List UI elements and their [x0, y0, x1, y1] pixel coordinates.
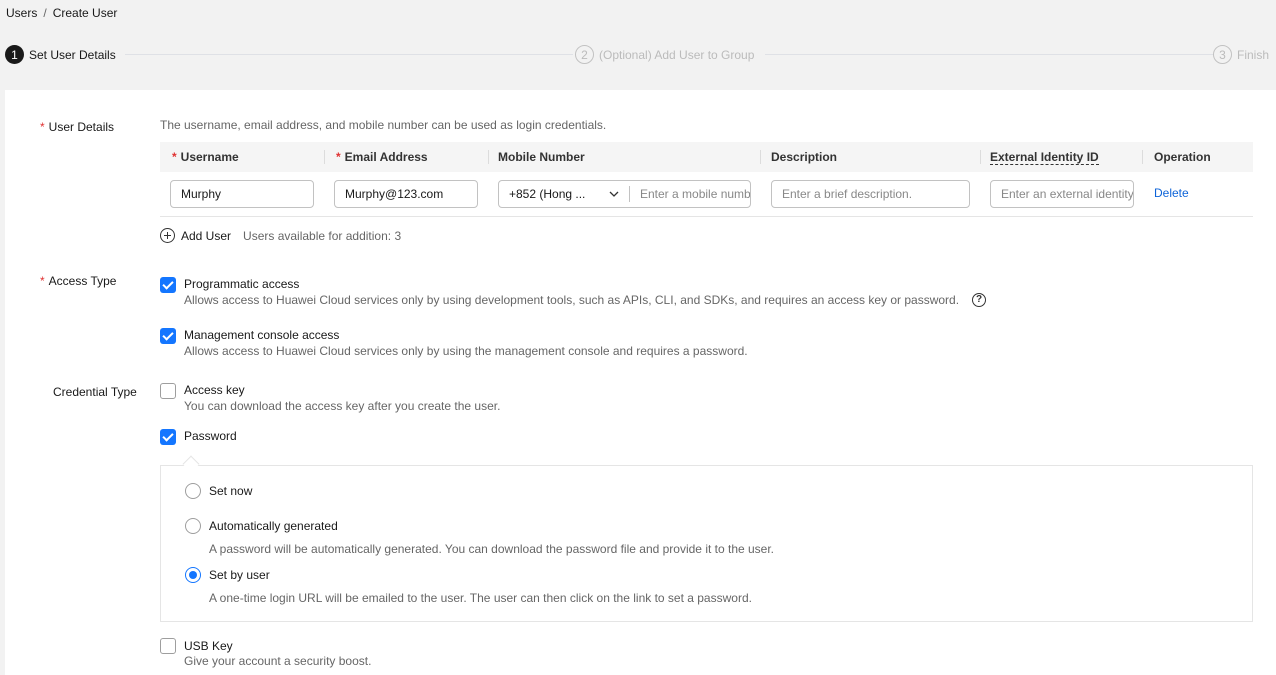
external-identity-input[interactable]: Enter an external identity ID.: [990, 180, 1134, 208]
mobile-number-field: +852 (Hong ... Enter a mobile number.: [498, 180, 751, 208]
column-username: * Username: [172, 150, 239, 164]
auto-generated-label: Automatically generated: [209, 519, 338, 533]
usb-key-desc: Give your account a security boost.: [184, 654, 372, 668]
column-divider: [488, 150, 489, 164]
password-title: Password: [184, 429, 237, 443]
user-details-label: * User Details: [40, 120, 115, 134]
stepper: 1 Set User Details 2 (Optional) Add User…: [5, 45, 1276, 65]
description-input[interactable]: Enter a brief description.: [771, 180, 970, 208]
column-divider: [324, 150, 325, 164]
breadcrumb: Users / Create User: [6, 6, 117, 20]
set-now-label: Set now: [209, 484, 253, 498]
add-circle-icon[interactable]: [160, 228, 175, 243]
country-code-select[interactable]: +852 (Hong ...: [499, 181, 629, 207]
step-label: (Optional) Add User to Group: [599, 47, 755, 62]
question-circle-icon[interactable]: ?: [972, 293, 986, 307]
set-by-user-label: Set by user: [209, 568, 270, 582]
column-email: * Email Address: [336, 150, 428, 164]
step-set-user-details: 1 Set User Details: [5, 45, 124, 64]
step-number: 3: [1213, 45, 1232, 64]
delete-link[interactable]: Delete: [1154, 186, 1189, 200]
column-divider: [1142, 150, 1143, 164]
username-input[interactable]: Murphy: [170, 180, 314, 208]
set-by-user-radio[interactable]: [185, 567, 201, 583]
auto-generated-radio[interactable]: [185, 518, 201, 534]
users-available-count: Users available for addition: 3: [243, 228, 402, 243]
step-add-to-group: 2 (Optional) Add User to Group: [575, 45, 763, 64]
mobile-number-input[interactable]: Enter a mobile number.: [630, 187, 750, 201]
step-label: Finish: [1237, 47, 1270, 62]
breadcrumb-separator: /: [43, 6, 47, 20]
step-connector: [125, 54, 573, 55]
console-access-desc: Allows access to Huawei Cloud services o…: [184, 344, 748, 358]
column-divider: [980, 150, 981, 164]
column-mobile: Mobile Number: [498, 150, 585, 164]
auto-generated-desc: A password will be automatically generat…: [209, 542, 775, 556]
column-divider: [760, 150, 761, 164]
email-input[interactable]: Murphy@123.com: [334, 180, 478, 208]
programmatic-access-title: Programmatic access: [184, 277, 300, 291]
programmatic-access-checkbox[interactable]: [160, 277, 176, 293]
usb-key-title: USB Key: [184, 639, 233, 653]
chevron-down-icon: [609, 191, 619, 197]
column-description: Description: [771, 150, 838, 164]
step-number: 1: [5, 45, 24, 64]
step-finish: 3 Finish: [1213, 45, 1276, 64]
access-type-label: * Access Type: [40, 274, 117, 288]
breadcrumb-users-link[interactable]: Users: [6, 6, 37, 20]
column-external-id: External Identity ID: [990, 150, 1099, 165]
set-now-radio[interactable]: [185, 483, 201, 499]
console-access-checkbox[interactable]: [160, 328, 176, 344]
user-table-header: * Username * Email Address Mobile Number D…: [160, 142, 1253, 172]
user-details-hint: The username, email address, and mobile …: [160, 118, 607, 132]
step-connector: [765, 54, 1213, 55]
access-key-checkbox[interactable]: [160, 383, 176, 399]
access-key-desc: You can download the access key after yo…: [184, 399, 501, 413]
add-user-row: Add User Users available for addition: 3: [160, 228, 401, 243]
country-code-value: +852 (Hong ...: [509, 187, 586, 201]
password-checkbox[interactable]: [160, 429, 176, 445]
table-row: Murphy Murphy@123.com +852 (Hong ... Ent…: [160, 172, 1253, 217]
breadcrumb-current: Create User: [52, 6, 118, 20]
form-card: * User Details The username, email addres…: [5, 90, 1276, 675]
column-operation: Operation: [1154, 150, 1211, 164]
programmatic-access-desc: Allows access to Huawei Cloud services o…: [184, 293, 960, 307]
credential-type-label: Credential Type: [53, 385, 137, 399]
step-label: Set User Details: [29, 47, 116, 62]
set-by-user-desc: A one-time login URL will be emailed to …: [209, 591, 752, 605]
add-user-button[interactable]: Add User: [181, 229, 231, 243]
access-key-title: Access key: [184, 383, 245, 397]
step-number: 2: [575, 45, 594, 64]
console-access-title: Management console access: [184, 328, 340, 342]
usb-key-checkbox[interactable]: [160, 638, 176, 654]
